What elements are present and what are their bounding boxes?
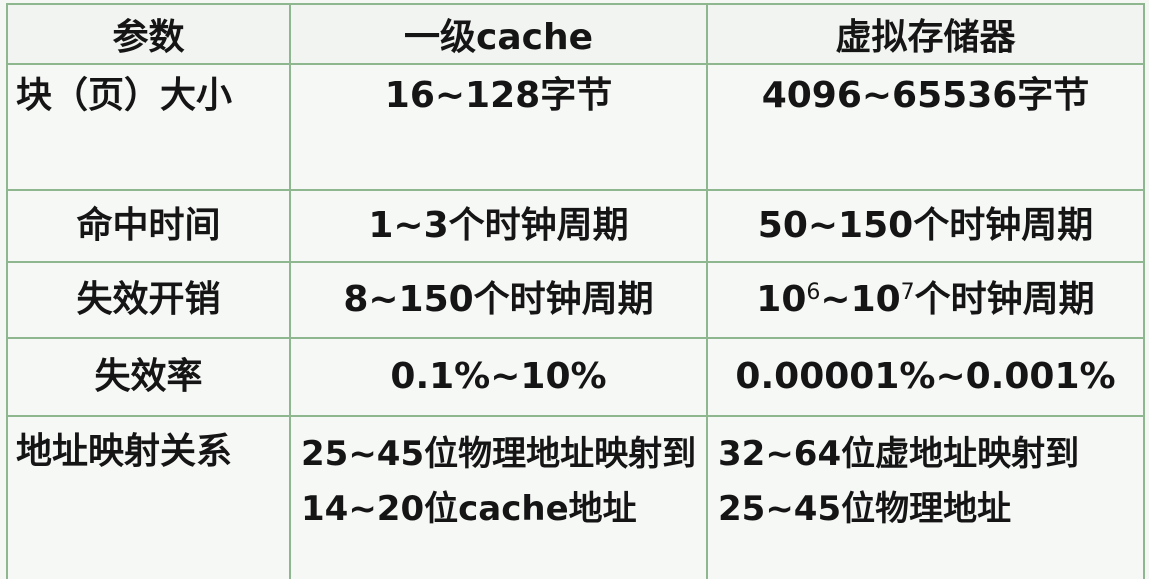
slide: 参数 一级cache 虚拟存储器 块（页）大小 16~128字节 4096~65…: [0, 0, 1149, 579]
vm-exponent-1: 6: [806, 280, 821, 305]
header-row: 参数 一级cache 虚拟存储器: [6, 3, 1145, 65]
cache-cell: 25~45位物理地址映射到14~20位cache地址: [289, 415, 708, 579]
vm-cell: 4096~65536字节: [706, 63, 1145, 191]
table-row: 失效率 0.1%~10% 0.00001%~0.001%: [6, 337, 1145, 417]
table-row: 块（页）大小 16~128字节 4096~65536字节: [6, 63, 1145, 191]
cache-cell: 8~150个时钟周期: [289, 261, 708, 339]
vm-cell: 0.00001%~0.001%: [706, 337, 1145, 417]
vm-cell: 50~150个时钟周期: [706, 189, 1145, 263]
param-cell: 地址映射关系: [6, 415, 291, 579]
cache-cell: 0.1%~10%: [289, 337, 708, 417]
vm-base-1: 10: [756, 279, 807, 320]
header-param: 参数: [6, 3, 291, 65]
comparison-table: 参数 一级cache 虚拟存储器 块（页）大小 16~128字节 4096~65…: [6, 3, 1145, 579]
param-cell: 失效开销: [6, 261, 291, 339]
param-cell: 失效率: [6, 337, 291, 417]
header-virtual-memory: 虚拟存储器: [706, 3, 1145, 65]
vm-cell: 32~64位虚地址映射到25~45位物理地址: [706, 415, 1145, 579]
vm-exponent-2: 7: [900, 280, 915, 305]
param-cell: 块（页）大小: [6, 63, 291, 191]
param-cell: 命中时间: [6, 189, 291, 263]
vm-tail: 个时钟周期: [914, 279, 1095, 320]
cache-cell: 16~128字节: [289, 63, 708, 191]
table-row: 地址映射关系 25~45位物理地址映射到14~20位cache地址 32~64位…: [6, 415, 1145, 579]
table-row: 失效开销 8~150个时钟周期 106~107个时钟周期: [6, 261, 1145, 339]
table-row: 命中时间 1~3个时钟周期 50~150个时钟周期: [6, 189, 1145, 263]
cache-cell: 1~3个时钟周期: [289, 189, 708, 263]
header-cache: 一级cache: [289, 3, 708, 65]
vm-mid: ~10: [820, 279, 901, 320]
vm-cell: 106~107个时钟周期: [706, 261, 1145, 339]
